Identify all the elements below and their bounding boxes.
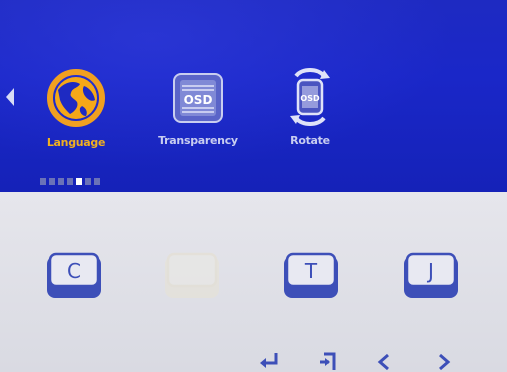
menu-label-transparency: Transparency: [158, 134, 238, 147]
osd-rotate-text: OSD: [300, 94, 320, 103]
page-indicator: [40, 178, 100, 185]
key-c-letter: C: [67, 259, 81, 283]
page-dot: [94, 178, 100, 185]
key-t-letter: T: [304, 259, 318, 283]
key-j[interactable]: J: [402, 252, 460, 300]
page-dot: [67, 178, 73, 185]
osd-rotate-icon: OSD: [290, 68, 330, 126]
page-dot-active: [76, 178, 82, 185]
scroll-left-arrow-icon[interactable]: [6, 88, 14, 106]
page-dot: [58, 178, 64, 185]
exit-icon[interactable]: [316, 350, 338, 372]
menu-item-transparency[interactable]: OSD Transparency: [146, 66, 250, 147]
key-j-letter: J: [426, 259, 434, 283]
menu-item-language[interactable]: Language: [36, 66, 116, 149]
menu-label-rotate: Rotate: [290, 134, 330, 147]
page-dot: [40, 178, 46, 185]
key-t[interactable]: T: [282, 252, 340, 300]
page-dot: [85, 178, 91, 185]
right-arrow-icon[interactable]: [436, 350, 452, 372]
osd-screen: { "menu": { "items": [ {"label": "Langua…: [0, 0, 507, 372]
osd-transparency-icon: OSD: [173, 73, 223, 123]
globe-icon: [47, 69, 105, 127]
page-dot: [49, 178, 55, 185]
key-disabled: [163, 252, 221, 300]
menu-label-language: Language: [46, 136, 106, 149]
left-arrow-icon[interactable]: [376, 350, 392, 372]
enter-icon[interactable]: [258, 350, 280, 372]
menu-item-rotate[interactable]: OSD Rotate: [280, 66, 340, 147]
osd-icon-text: OSD: [184, 93, 213, 107]
key-c[interactable]: C: [45, 252, 103, 300]
